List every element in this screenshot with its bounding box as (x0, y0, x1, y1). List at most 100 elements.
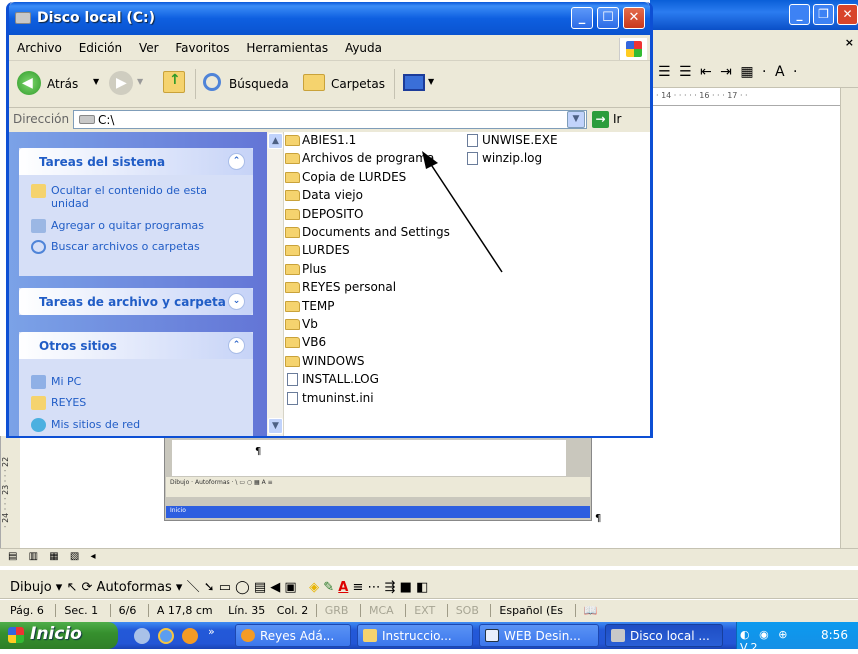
forward-dropdown-icon[interactable]: ▼ (137, 77, 143, 86)
word-doc-close-icon[interactable]: × (845, 36, 854, 49)
drive-icon (79, 115, 95, 124)
folders-icon[interactable] (303, 74, 325, 91)
folder-item[interactable]: Data viejo (285, 188, 363, 203)
screenshot-toolbar: Dibujo · Autoformas · \ ▭ ○ ▦ A ≡ (166, 477, 590, 497)
word-format-toolbar: ☰ ☰ ⇤ ⇥ ▦ · A · (650, 58, 858, 88)
folder-item[interactable]: ABIES1.1 (285, 133, 356, 148)
file-item[interactable]: UNWISE.EXE (465, 133, 558, 148)
folder-icon (285, 208, 300, 220)
standard-toolbar: ◀ Atrás ▼ ▶ ▼ ↑ Búsqueda Carpetas ▼ (9, 61, 650, 108)
folder-icon (285, 153, 300, 165)
task-instrucciones[interactable]: Instruccio... (357, 624, 473, 647)
close-button[interactable]: ✕ (623, 7, 645, 29)
panel-header[interactable]: Tareas del sistema ⌃ (19, 148, 253, 175)
address-field[interactable]: C:\ (73, 110, 587, 129)
internet-explorer-icon[interactable] (158, 628, 174, 644)
task-reyes[interactable]: Reyes Adá... (235, 624, 351, 647)
task-hide-drive[interactable]: Ocultar el contenido de esta unidad (31, 184, 211, 210)
word-vertical-scrollbar[interactable] (840, 88, 858, 554)
spellcheck-icon[interactable]: 📖 (574, 604, 606, 617)
drive-contents-icon (31, 184, 46, 198)
task-search-files[interactable]: Buscar archivos o carpetas (31, 240, 200, 254)
back-dropdown-icon[interactable]: ▼ (93, 77, 99, 86)
folder-icon (285, 282, 300, 294)
folder-item[interactable]: TEMP (285, 299, 335, 314)
folder-item[interactable]: Archivos de programa (285, 151, 434, 166)
collapse-icon[interactable]: ⌃ (228, 337, 245, 354)
panel-header[interactable]: Tareas de archivo y carpeta ⌄ (19, 288, 253, 315)
folder-item[interactable]: Vb (285, 317, 318, 332)
folder-item[interactable]: LURDES (285, 243, 350, 258)
menu-edicion[interactable]: Edición (79, 41, 122, 55)
scroll-up-icon[interactable]: ▲ (268, 133, 283, 149)
task-web[interactable]: WEB Desin... (479, 624, 599, 647)
scroll-down-icon[interactable]: ▼ (268, 418, 283, 434)
back-button[interactable]: Atrás (47, 77, 78, 91)
folder-item[interactable]: DEPOSITO (285, 207, 363, 222)
word-restore-button[interactable]: ❐ (813, 4, 834, 25)
folder-item[interactable]: WINDOWS (285, 354, 365, 369)
status-ext[interactable]: EXT (405, 604, 443, 617)
up-folder-icon[interactable]: ↑ (163, 71, 185, 93)
panel-header[interactable]: Otros sitios ⌃ (19, 332, 253, 359)
forward-arrow-icon[interactable]: ▶ (109, 71, 133, 95)
file-list-scrollbar[interactable]: ▲ ▼ (267, 132, 284, 436)
views-icon[interactable] (403, 74, 425, 91)
word-close-button[interactable]: ✕ (837, 4, 858, 25)
folders-button[interactable]: Carpetas (331, 77, 385, 91)
media-icon[interactable] (182, 628, 198, 644)
fill-color-icon[interactable]: ◈ (309, 580, 319, 595)
task-add-remove-programs[interactable]: Agregar o quitar programas (31, 219, 204, 233)
menu-archivo[interactable]: Archivo (17, 41, 62, 55)
font-color-icon[interactable]: A (338, 580, 348, 595)
back-arrow-icon[interactable]: ◀ (17, 71, 41, 95)
drawing-toolbar: Dibujo ▾ ↖ ⟳ Autoformas ▾ ＼ ➘ ▭ ◯ ▤ ◀ ▣ … (0, 569, 858, 599)
search-icon[interactable] (203, 73, 221, 91)
tray-icons[interactable]: ◐ ◉ ⊕ V2 (740, 628, 814, 654)
maximize-button[interactable]: ☐ (597, 7, 619, 29)
expand-icon[interactable]: ⌄ (228, 293, 245, 310)
word-minimize-button[interactable]: _ (789, 4, 810, 25)
screenshot-taskbar: Inicio (166, 506, 590, 518)
menu-ayuda[interactable]: Ayuda (345, 41, 382, 55)
place-network[interactable]: Mis sitios de red (31, 418, 140, 432)
folder-icon (31, 396, 46, 410)
search-button[interactable]: Búsqueda (229, 77, 289, 91)
minimize-button[interactable]: _ (571, 7, 593, 29)
status-line: Lín. 35 (228, 604, 266, 617)
folder-item[interactable]: Plus (285, 262, 326, 277)
menu-favoritos[interactable]: Favoritos (175, 41, 229, 55)
status-mca[interactable]: MCA (359, 604, 402, 617)
folder-item[interactable]: VB6 (285, 335, 326, 350)
task-disco-local[interactable]: Disco local ... (605, 624, 723, 647)
line-color-icon[interactable]: ✎ (323, 580, 334, 595)
folder-item[interactable]: REYES personal (285, 280, 396, 295)
folder-item[interactable]: Documents and Settings (285, 225, 450, 240)
menu-ver[interactable]: Ver (139, 41, 159, 55)
address-dropdown[interactable]: ▼ (567, 111, 585, 128)
outlook-icon[interactable] (134, 628, 150, 644)
place-reyes[interactable]: REYES (31, 396, 86, 410)
status-col: Col. 2 (276, 604, 309, 617)
shape-tools-icon[interactable]: ＼ ➘ ▭ ◯ ▤ ◀ ▣ (187, 580, 305, 595)
file-item[interactable]: tmuninst.ini (285, 391, 374, 406)
folder-item[interactable]: Copia de LURDES (285, 170, 406, 185)
quicklaunch-more-icon[interactable]: » (208, 625, 215, 638)
file-icon (287, 373, 298, 387)
dibujo-menu[interactable]: Dibujo ▾ (10, 580, 62, 595)
collapse-icon[interactable]: ⌃ (228, 153, 245, 170)
file-item[interactable]: INSTALL.LOG (285, 372, 379, 387)
status-grb[interactable]: GRB (315, 604, 357, 617)
views-dropdown-icon[interactable]: ▼ (428, 77, 434, 86)
menu-herramientas[interactable]: Herramientas (246, 41, 328, 55)
place-my-pc[interactable]: Mi PC (31, 375, 81, 389)
word-horizontal-scrollbar[interactable]: ▤ ▥ ▦ ▧ ◂ (0, 548, 858, 566)
menu-bar: Archivo Edición Ver Favoritos Herramient… (9, 35, 650, 61)
select-objects-icon[interactable]: ↖ ⟳ (66, 580, 96, 595)
autoformas-menu[interactable]: Autoformas ▾ (97, 580, 183, 595)
status-sob[interactable]: SOB (446, 604, 487, 617)
line-style-icon[interactable]: ≡ ⋯ ⇶ ■ ◧ (352, 580, 428, 595)
go-arrow-icon[interactable]: → (592, 111, 609, 128)
file-item[interactable]: winzip.log (465, 151, 542, 166)
go-button[interactable]: Ir (613, 112, 621, 126)
